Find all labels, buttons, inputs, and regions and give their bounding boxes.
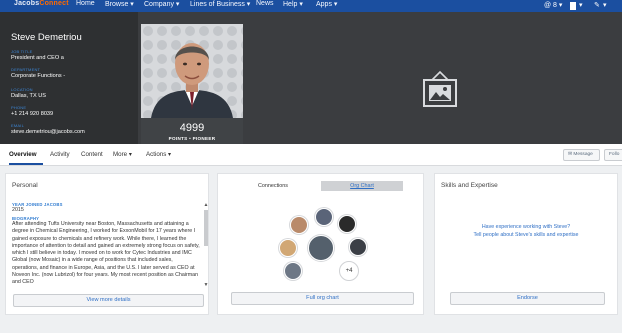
personal-scroll-area[interactable]: YEAR JOINED JACOBS 2015 BIOGRAPHY After … [12,202,200,290]
nav-help[interactable]: Help ▾ [283,0,303,8]
profile-info-panel: Steve Demetriou JOB TITLE President and … [0,12,138,144]
edit-pencil-icon[interactable]: ✎ [594,1,600,9]
profile-name: Steve Demetriou [11,32,82,43]
user-avatar-icon[interactable] [570,2,576,10]
logo-accent-text: Connect [39,0,69,7]
view-more-details-button[interactable]: View more details [13,294,204,307]
follow-button[interactable]: Follo [604,149,622,161]
connection-avatar[interactable] [279,239,297,257]
org-chart-card: Connections Org Chart +4 Full org chart [217,173,424,315]
cover-image-area [243,12,622,144]
profile-owner-avatar[interactable] [308,235,334,261]
nav-home[interactable]: Home [76,0,95,7]
nav-company[interactable]: Company ▾ [144,0,179,8]
phone-value[interactable]: +1 214 920 8039 [11,111,53,117]
personal-card-title: Personal [12,182,38,189]
full-org-chart-button[interactable]: Full org chart [231,292,414,305]
tab-activity[interactable]: Activity [50,151,70,158]
connection-avatar[interactable] [284,262,302,280]
skills-card: Skills and Expertise Have experience wor… [434,173,618,315]
logo-text: Jacobs [14,0,40,7]
job-title-label: JOB TITLE [11,49,33,54]
personal-scrollbar[interactable]: ▲ ▼ [203,202,209,290]
nav-apps[interactable]: Apps ▾ [316,0,337,8]
message-icon: ✉ [568,152,573,157]
personal-card: Personal YEAR JOINED JACOBS 2015 BIOGRAP… [5,173,209,315]
message-button[interactable]: ✉ Message [563,149,600,161]
notifications-button[interactable]: @ 8 ▾ [544,1,562,9]
email-label: EMAIL [11,123,25,128]
profile-header: Steve Demetriou JOB TITLE President and … [0,12,622,144]
skills-card-title: Skills and Expertise [441,182,498,189]
location-value: Dallas, TX US [11,93,47,99]
skills-prompt-line-1[interactable]: Have experience working with Steve? [435,224,617,232]
phone-label: PHONE [11,105,27,110]
points-value: 4999 [179,122,205,134]
connection-avatar[interactable] [349,238,367,256]
tab-overview[interactable]: Overview [9,151,37,158]
app-logo[interactable]: JacobsConnect [14,0,69,7]
user-menu-chevron[interactable]: ▾ [579,1,583,9]
job-title-value: President and CEO a [11,55,64,61]
tab-connections[interactable]: Connections [248,181,298,191]
email-value[interactable]: steve.demetriou@jacobs.com [11,129,85,135]
connection-avatar[interactable] [338,215,356,233]
tab-more[interactable]: More ▾ [113,151,132,158]
points-panel: 4999 POINTS • PIONEER [141,118,243,144]
profile-photo[interactable] [141,24,243,118]
biography-text: After attending Tufts University near Bo… [12,221,200,286]
tab-content[interactable]: Content [81,151,103,158]
tab-org-chart[interactable]: Org Chart [321,181,403,191]
department-value[interactable]: Corporate Functions - [11,73,65,79]
connection-avatar[interactable] [290,216,308,234]
location-label: LOCATION [11,87,33,92]
more-connections-count[interactable]: +4 [339,261,359,281]
scroll-down-arrow-icon[interactable]: ▼ [203,282,209,288]
top-navigation: JacobsConnect Home Browse ▾ Company ▾ Li… [0,0,622,12]
follow-button-label: Follo [609,152,620,157]
year-joined-value: 2015 [12,207,24,213]
nav-lines-of-business[interactable]: Lines of Business ▾ [190,0,250,8]
tab-actions[interactable]: Actions ▾ [146,151,171,158]
skills-prompt[interactable]: Have experience working with Steve? Tell… [435,224,617,239]
connection-avatar[interactable] [315,208,333,226]
points-status-label: POINTS • PIONEER [168,136,216,141]
scroll-up-arrow-icon[interactable]: ▲ [203,202,209,208]
profile-tab-bar: Overview Activity Content More ▾ Actions… [0,144,622,166]
profile-page: JacobsConnect Home Browse ▾ Company ▾ Li… [0,0,622,333]
nav-browse[interactable]: Browse ▾ [105,0,134,8]
cover-photo-placeholder-icon[interactable] [421,70,459,108]
endorse-button[interactable]: Endorse [450,292,605,305]
edit-menu-chevron[interactable]: ▾ [603,1,607,9]
message-button-label: Message [573,152,593,157]
scrollbar-thumb[interactable] [204,210,208,246]
active-tab-indicator [9,163,43,165]
skills-prompt-line-2[interactable]: Tell people about Steve's skills and exp… [435,232,617,240]
department-label: DEPARTMENT [11,67,41,72]
nav-news[interactable]: News [256,0,274,7]
